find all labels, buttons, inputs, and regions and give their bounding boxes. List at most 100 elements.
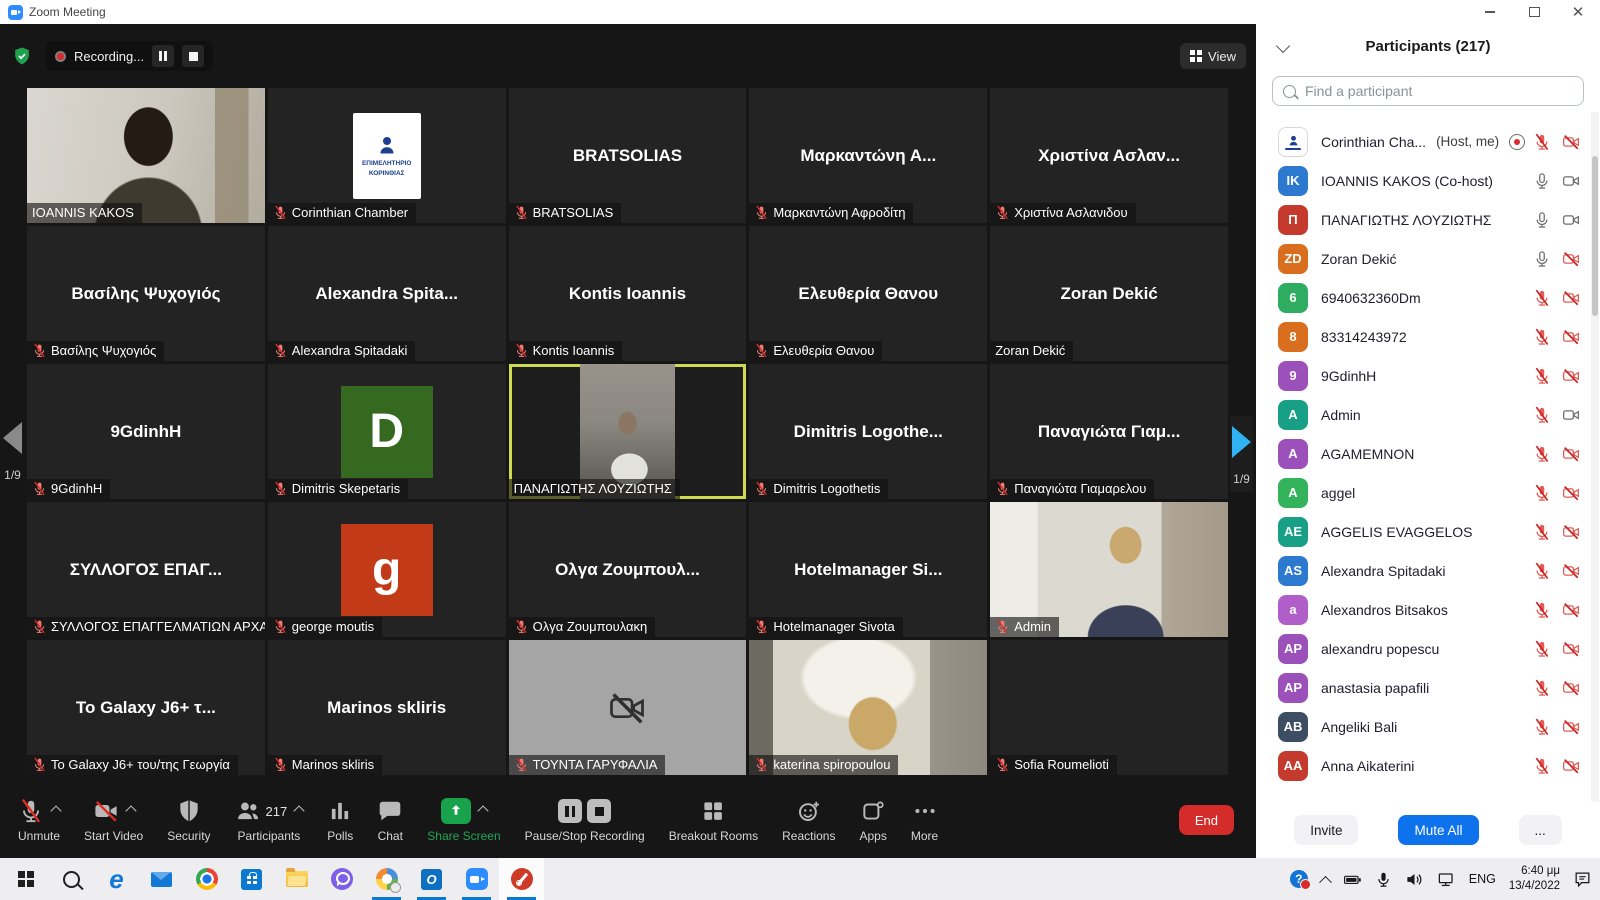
video-tile[interactable]: g george moutis [268,502,506,637]
chevron-up-icon[interactable] [50,805,61,816]
restore-button[interactable] [1512,0,1556,24]
toolbar-breakout-rooms[interactable]: Breakout Rooms [657,782,770,858]
snip-taskbar-button[interactable] [499,858,544,900]
participant-mic-icon[interactable] [1533,562,1551,580]
hidden-icons-chevron-icon[interactable] [1319,875,1332,888]
participant-mic-icon[interactable] [1533,640,1551,658]
participant-mic-icon[interactable] [1533,250,1551,268]
video-tile[interactable]: Alexandra Spita... Alexandra Spitadaki [268,226,506,361]
participant-row[interactable]: AS Alexandra Spitadaki [1256,551,1600,590]
video-tile[interactable]: BRATSOLIAS BRATSOLIAS [509,88,747,223]
video-tile[interactable]: ΠΑΝΑΓΙΩΤΗΣ ΛΟΥΖΙΩΤΗΣ [509,364,747,499]
video-tile[interactable]: Το Galaxy J6+ τ... Το Galaxy J6+ του/της… [27,640,265,775]
video-tile[interactable]: Zoran Dekić Zoran Dekić [990,226,1228,361]
participant-camera-icon[interactable] [1562,406,1580,424]
end-button[interactable]: End [1179,805,1234,835]
participant-row[interactable]: a Alexandros Bitsakos [1256,590,1600,629]
video-tile[interactable]: Dimitris Logothe... Dimitris Logothetis [749,364,987,499]
video-tile[interactable]: 9GdinhH 9GdinhH [27,364,265,499]
participant-row[interactable]: A aggel [1256,473,1600,512]
invite-button[interactable]: Invite [1294,815,1358,845]
meeting-taskbar-button[interactable] [364,858,409,900]
chevron-up-icon[interactable] [294,805,305,816]
participant-mic-icon[interactable] [1533,484,1551,502]
microphone-tray-icon[interactable] [1375,871,1392,888]
participant-mic-icon[interactable] [1533,211,1551,229]
participant-row[interactable]: 6 6940632360Dm [1256,278,1600,317]
toolbar-apps[interactable]: Apps [847,782,898,858]
chevron-up-icon[interactable] [125,805,136,816]
meeting-security-shield-icon[interactable] [12,46,32,66]
scrollbar-thumb[interactable] [1592,156,1598,316]
previous-page-button[interactable]: 1/9 [3,422,22,482]
video-tile[interactable]: Admin [990,502,1228,637]
participant-row[interactable]: AA Anna Aikaterini [1256,746,1600,785]
video-tile[interactable]: Βασίλης Ψυχογιός Βασίλης Ψυχογιός [27,226,265,361]
participant-mic-icon[interactable] [1533,367,1551,385]
toolbar-reactions[interactable]: Reactions [770,782,847,858]
edge-taskbar-button[interactable]: e [94,858,139,900]
toolbar-share-screen[interactable]: Share Screen [415,782,512,858]
participant-row[interactable]: AP anastasia papafili [1256,668,1600,707]
toolbar-chat[interactable]: Chat [365,782,415,858]
participant-row[interactable]: AE AGGELIS EVAGGELOS [1256,512,1600,551]
participant-camera-icon[interactable] [1562,601,1580,619]
participant-mic-icon[interactable] [1533,406,1551,424]
participant-camera-icon[interactable] [1562,679,1580,697]
toolbar-security[interactable]: Security [155,782,222,858]
participant-camera-icon[interactable] [1562,172,1580,190]
mail-taskbar-button[interactable] [139,858,184,900]
participant-row[interactable]: 9 9GdinhH [1256,356,1600,395]
participant-camera-icon[interactable] [1562,133,1580,151]
participant-mic-icon[interactable] [1533,718,1551,736]
store-taskbar-button[interactable] [229,858,274,900]
toolbar-pause-stop-recording[interactable]: Pause/Stop Recording [513,782,657,858]
participant-mic-icon[interactable] [1533,523,1551,541]
close-button[interactable]: ✕ [1556,0,1600,24]
video-tile[interactable]: Sofia Roumelioti [990,640,1228,775]
participants-scrollbar[interactable] [1591,112,1599,802]
find-participant-input[interactable] [1303,82,1573,100]
mute-all-button[interactable]: Mute All [1398,815,1478,845]
toolbar-polls[interactable]: Polls [315,782,365,858]
video-tile[interactable]: Χριστίνα Ασλαν... Χριστίνα Ασλανιδου [990,88,1228,223]
next-page-button[interactable]: 1/9 [1230,416,1253,492]
minimize-button[interactable] [1468,0,1512,24]
battery-icon[interactable] [1343,870,1362,889]
video-tile[interactable]: IOANNIS KAKOS [27,88,265,223]
participant-row[interactable]: IK IOANNIS KAKOS (Co-host) [1256,161,1600,200]
zoom-taskbar-button[interactable] [454,858,499,900]
participant-camera-icon[interactable] [1562,757,1580,775]
participants-more-button[interactable]: ... [1519,815,1562,845]
participant-mic-icon[interactable] [1533,328,1551,346]
participant-mic-icon[interactable] [1533,445,1551,463]
language-indicator[interactable]: ENG [1469,872,1496,886]
video-tile[interactable]: ΣΥΛΛΟΓΟΣ ΕΠΑΓ... ΣΥΛΛΟΓΟΣ ΕΠΑΓΓΕΛΜΑΤΙΩΝ … [27,502,265,637]
participant-row[interactable]: ZD Zoran Dekić [1256,239,1600,278]
participant-row[interactable]: 8 83314243972 [1256,317,1600,356]
participant-camera-icon[interactable] [1562,250,1580,268]
participant-row[interactable]: A Admin [1256,395,1600,434]
participant-mic-icon[interactable] [1533,133,1551,151]
video-tile[interactable]: ΤΟΥΝΤΑ ΓΑΡΥΦΑΛΙΑ [509,640,747,775]
toolbar-start-video[interactable]: Start Video [72,782,155,858]
pause-recording-button[interactable] [152,45,174,67]
participant-row[interactable]: AP alexandru popescu [1256,629,1600,668]
participant-mic-icon[interactable] [1533,601,1551,619]
start-taskbar-button[interactable] [4,858,49,900]
outlook-taskbar-button[interactable]: O [409,858,454,900]
participant-mic-icon[interactable] [1533,289,1551,307]
video-tile[interactable]: Ολγα Ζουμπουλ... Ολγα Ζουμπουλακη [509,502,747,637]
chrome-taskbar-button[interactable] [184,858,229,900]
file-explorer-taskbar-button[interactable] [274,858,319,900]
search-taskbar-button[interactable] [49,858,94,900]
network-icon[interactable] [1437,870,1456,889]
taskbar-clock[interactable]: 6:40 μμ 13/4/2022 [1509,864,1560,894]
video-tile[interactable]: katerina spiropoulou [749,640,987,775]
participant-row[interactable]: Corinthian Cha... (Host, me) [1256,122,1600,161]
participant-row[interactable]: AB Angeliki Bali [1256,707,1600,746]
participant-camera-icon[interactable] [1562,562,1580,580]
action-center-icon[interactable] [1573,870,1592,889]
video-tile[interactable]: ΕΠΙΜΕΛΗΤΗΡΙΟΚΟΡΙΝΘΙΑΣ Corinthian Chamber [268,88,506,223]
video-tile[interactable]: Hotelmanager Si... Hotelmanager Sivota [749,502,987,637]
